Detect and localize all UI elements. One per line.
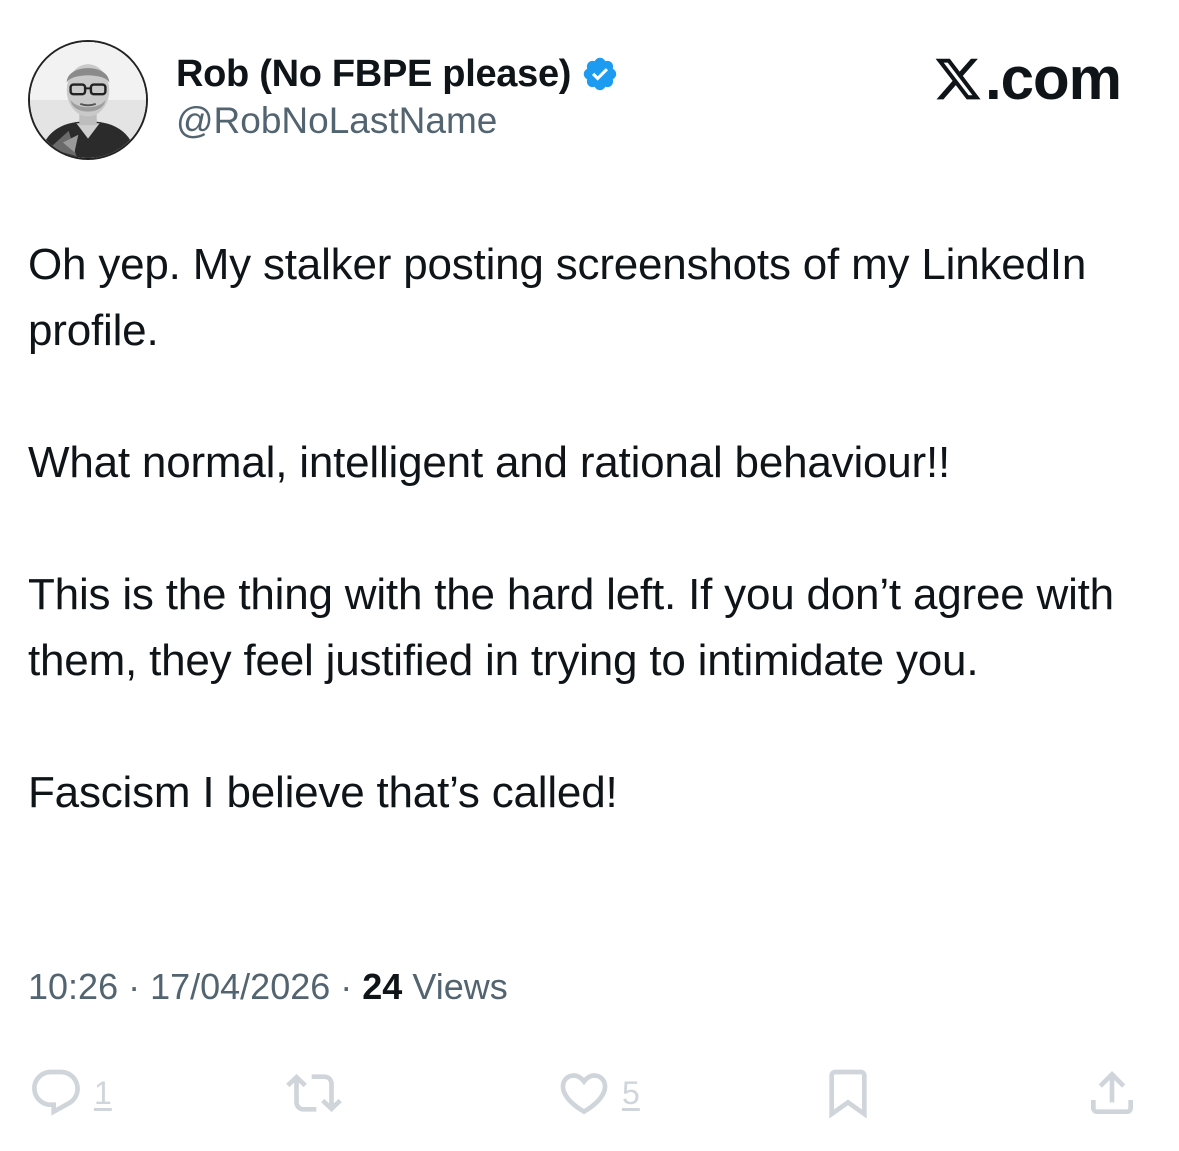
display-name[interactable]: Rob (No FBPE please) <box>176 53 571 96</box>
tweet-paragraph: Fascism I believe that’s called! <box>28 768 618 817</box>
repost-icon <box>286 1074 342 1112</box>
repost-button[interactable] <box>286 1058 352 1128</box>
meta-separator: · <box>340 966 353 1007</box>
reply-count: 1 <box>94 1074 112 1111</box>
tweet-time[interactable]: 10:26 <box>28 966 118 1008</box>
reply-button[interactable]: 1 <box>28 1058 112 1128</box>
x-logo-icon <box>933 53 983 105</box>
meta-separator: · <box>128 966 141 1007</box>
tweet-paragraph: This is the thing with the hard left. If… <box>28 570 1114 685</box>
tweet-card: Rob (No FBPE please) @RobNoLastName .com… <box>0 0 1179 1151</box>
avatar[interactable] <box>28 40 148 160</box>
views-label: Views <box>412 966 508 1007</box>
tweet-date[interactable]: 17/04/2026 <box>150 966 330 1008</box>
verified-badge-icon <box>581 55 619 93</box>
views[interactable]: 24 Views <box>362 966 507 1008</box>
share-button[interactable] <box>1084 1058 1140 1128</box>
like-count: 5 <box>622 1074 640 1111</box>
site-label: .com <box>984 45 1122 112</box>
heart-icon <box>560 1073 608 1115</box>
action-bar: 1 5 <box>0 1058 1179 1128</box>
reply-icon <box>32 1069 80 1116</box>
tweet-paragraph: What normal, intelligent and rational be… <box>28 438 951 487</box>
profile-photo-icon <box>30 42 146 158</box>
tweet-meta: 10:26 · 17/04/2026 · 24 Views <box>28 966 508 1008</box>
views-count: 24 <box>362 966 403 1007</box>
author-handle[interactable]: @RobNoLastName <box>176 100 497 142</box>
like-button[interactable]: 5 <box>556 1058 640 1128</box>
bookmark-button[interactable] <box>820 1058 876 1128</box>
author-name-row: Rob (No FBPE please) <box>176 48 619 100</box>
tweet-text: Oh yep. My stalker posting screenshots o… <box>28 232 1153 826</box>
bookmark-icon <box>829 1069 867 1119</box>
site-badge: .com <box>933 44 1122 113</box>
share-icon <box>1091 1071 1133 1114</box>
tweet-paragraph: Oh yep. My stalker posting screenshots o… <box>28 240 1087 355</box>
